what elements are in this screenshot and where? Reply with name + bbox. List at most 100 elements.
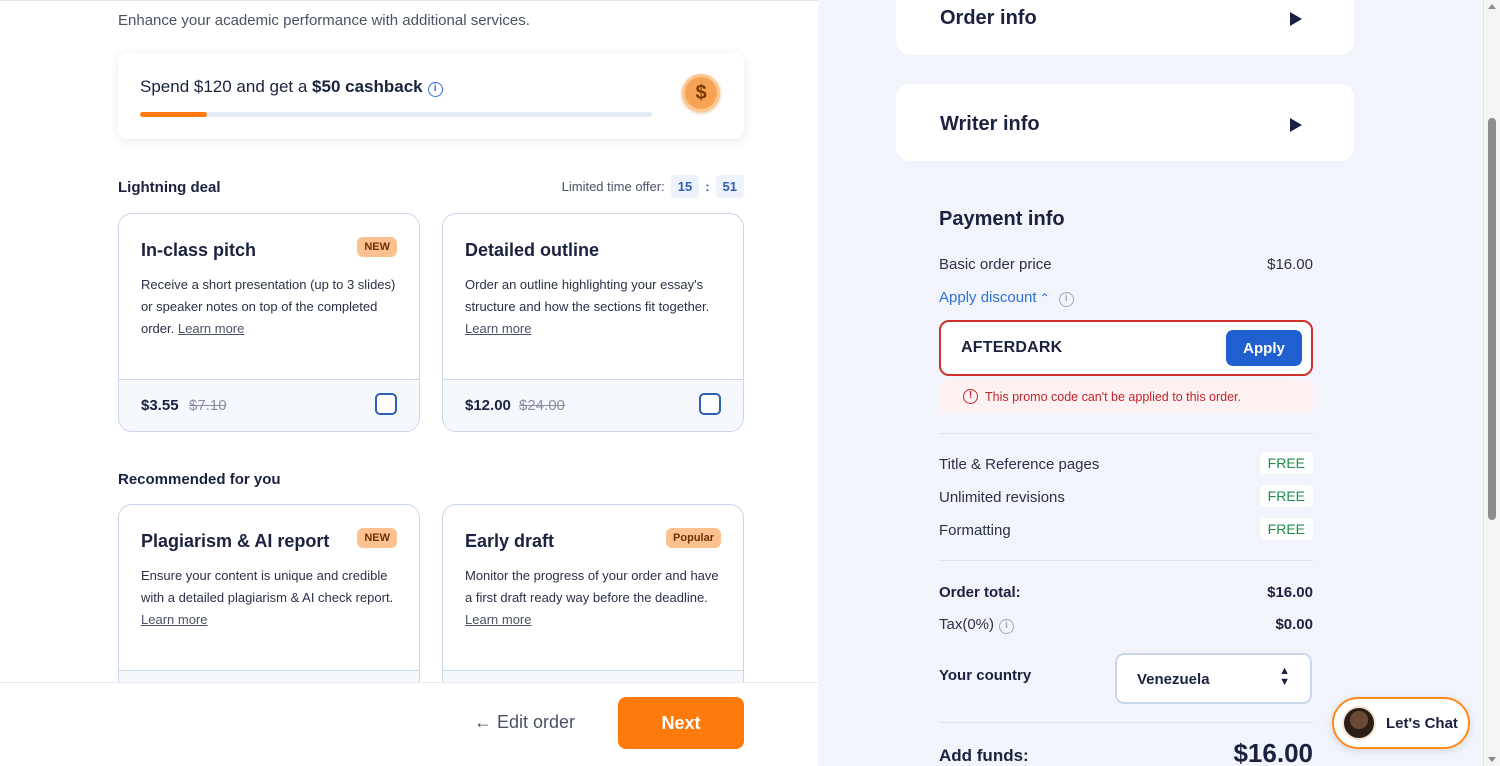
add-funds-label: Add funds: xyxy=(939,746,1029,765)
chevron-updown-icon: ▲ ▼ xyxy=(1279,665,1290,688)
divider xyxy=(939,560,1313,561)
writer-info-panel[interactable]: Writer info xyxy=(896,84,1354,161)
country-select-value: Venezuela xyxy=(1137,671,1210,688)
order-info-title: Order info xyxy=(940,7,1037,29)
cashback-text-prefix: Spend $120 and get a xyxy=(140,77,313,96)
order-summary-column: Order info Writer info Payment info Basi… xyxy=(818,0,1483,766)
offer-timer-label: Limited time offer: xyxy=(561,179,665,194)
basic-price-row: Basic order price $16.00 xyxy=(939,256,1313,273)
learn-more-link[interactable]: Learn more xyxy=(178,321,244,336)
extra-label: Formatting xyxy=(939,522,1011,539)
divider xyxy=(939,722,1313,723)
tax-label: Tax(0%) xyxy=(939,616,995,633)
apply-discount-label: Apply discount xyxy=(939,289,1037,306)
basic-price-label: Basic order price xyxy=(939,256,1052,273)
service-old-price: $24.00 xyxy=(519,397,565,414)
cashback-progress-bar xyxy=(140,112,652,117)
chevron-up-icon: ⌃ xyxy=(1039,291,1050,305)
order-total-value: $16.00 xyxy=(1267,584,1313,601)
service-card-title: Detailed outline xyxy=(465,240,600,260)
extra-label: Unlimited revisions xyxy=(939,489,1065,506)
free-badge: FREE xyxy=(1259,518,1313,540)
service-card-title: Early draft xyxy=(465,531,555,551)
order-info-panel[interactable]: Order info xyxy=(896,0,1354,55)
bottom-action-bar: ← Edit order Next xyxy=(0,682,818,766)
page-scrollbar[interactable] xyxy=(1483,0,1500,766)
learn-more-link[interactable]: Learn more xyxy=(141,612,207,627)
extra-row: Unlimited revisions FREE xyxy=(939,485,1313,507)
edit-order-button[interactable]: ← Edit order xyxy=(474,712,575,733)
order-total-row: Order total: $16.00 xyxy=(939,584,1313,601)
service-old-price: $7.10 xyxy=(189,397,227,414)
service-card-title: Plagiarism & AI report xyxy=(141,531,330,551)
extras-column: Enhance your academic performance with a… xyxy=(0,0,818,766)
learn-more-link[interactable]: Learn more xyxy=(465,321,531,336)
apply-promo-button[interactable]: Apply xyxy=(1226,330,1302,366)
arrow-left-icon: ← xyxy=(474,712,492,732)
lets-chat-label: Let's Chat xyxy=(1386,715,1458,732)
scroll-down-arrow-icon[interactable] xyxy=(1488,757,1496,762)
recommended-title: Recommended for you xyxy=(118,471,281,488)
info-icon[interactable]: i xyxy=(999,619,1015,634)
popular-badge: Popular xyxy=(666,528,721,548)
service-card-description-text: Monitor the progress of your order and h… xyxy=(465,568,719,605)
service-card-description: Order an outline highlighting your essay… xyxy=(465,274,727,340)
promo-code-field[interactable]: AFTERDARK Apply xyxy=(939,320,1313,376)
extra-row: Title & Reference pages FREE xyxy=(939,452,1313,474)
add-funds-value: $16.00 xyxy=(1233,738,1313,766)
scroll-up-arrow-icon[interactable] xyxy=(1488,4,1496,9)
service-card-footer: $3.55 $7.10 xyxy=(119,379,419,431)
new-badge: NEW xyxy=(357,528,397,548)
error-icon: ! xyxy=(963,389,978,404)
next-button[interactable]: Next xyxy=(618,697,744,749)
tax-value: $0.00 xyxy=(1275,616,1313,633)
payment-info-title: Payment info xyxy=(939,208,1065,230)
divider xyxy=(939,433,1313,434)
expand-arrow-icon[interactable] xyxy=(1290,12,1302,26)
info-icon[interactable]: i xyxy=(1058,292,1074,307)
extra-label: Title & Reference pages xyxy=(939,456,1100,473)
country-select[interactable]: Venezuela ▲ ▼ xyxy=(1115,653,1312,704)
service-card-description: Ensure your content is unique and credib… xyxy=(141,565,403,631)
extra-row: Formatting FREE xyxy=(939,518,1313,540)
service-card-footer: $12.00 $24.00 xyxy=(443,379,743,431)
order-total-label: Order total: xyxy=(939,584,1021,601)
cashback-text: Spend $120 and get a $50 cashback i xyxy=(140,77,443,97)
writer-info-title: Writer info xyxy=(940,113,1040,135)
new-badge: NEW xyxy=(357,237,397,257)
promo-error-message: ! This promo code can't be applied to th… xyxy=(939,380,1313,413)
service-card-in-class-pitch[interactable]: In-class pitch NEW Receive a short prese… xyxy=(118,213,420,432)
service-price: $12.00 xyxy=(465,397,511,414)
basic-price-value: $16.00 xyxy=(1267,256,1313,273)
lets-chat-button[interactable]: Let's Chat xyxy=(1332,697,1470,749)
cashback-amount: $50 cashback xyxy=(312,77,423,96)
timer-separator: : xyxy=(705,179,710,194)
service-checkbox[interactable] xyxy=(699,393,721,415)
lightning-deal-title: Lightning deal xyxy=(118,179,221,196)
offer-timer: Limited time offer: 15 : 51 xyxy=(562,175,744,198)
scrollbar-thumb[interactable] xyxy=(1488,118,1496,520)
service-card-description-text: Order an outline highlighting your essay… xyxy=(465,277,710,314)
timer-seconds: 51 xyxy=(715,175,744,198)
tax-row: Tax(0%) i $0.00 xyxy=(939,616,1313,634)
expand-arrow-icon[interactable] xyxy=(1290,118,1302,132)
dollar-coin-icon: $ xyxy=(682,74,720,112)
free-badge: FREE xyxy=(1259,452,1313,474)
info-icon[interactable]: i xyxy=(427,82,443,97)
apply-discount-toggle[interactable]: Apply discount ⌃ i xyxy=(939,289,1074,307)
support-avatar xyxy=(1342,706,1376,740)
free-badge: FREE xyxy=(1259,485,1313,507)
service-price: $3.55 xyxy=(141,397,179,414)
learn-more-link[interactable]: Learn more xyxy=(465,612,531,627)
cashback-progress-fill xyxy=(140,112,207,117)
cashback-card: Spend $120 and get a $50 cashback i $ xyxy=(118,53,744,139)
add-funds-row: Add funds: $16.00 xyxy=(939,738,1313,766)
service-checkbox[interactable] xyxy=(375,393,397,415)
promo-code-input[interactable]: AFTERDARK xyxy=(961,339,1062,357)
service-card-description-text: Ensure your content is unique and credib… xyxy=(141,568,394,605)
service-card-detailed-outline[interactable]: Detailed outline Order an outline highli… xyxy=(442,213,744,432)
page-subtitle: Enhance your academic performance with a… xyxy=(118,12,530,29)
service-card-description: Receive a short presentation (up to 3 sl… xyxy=(141,274,403,340)
service-card-title: In-class pitch xyxy=(141,240,257,260)
edit-order-label: Edit order xyxy=(497,712,576,732)
